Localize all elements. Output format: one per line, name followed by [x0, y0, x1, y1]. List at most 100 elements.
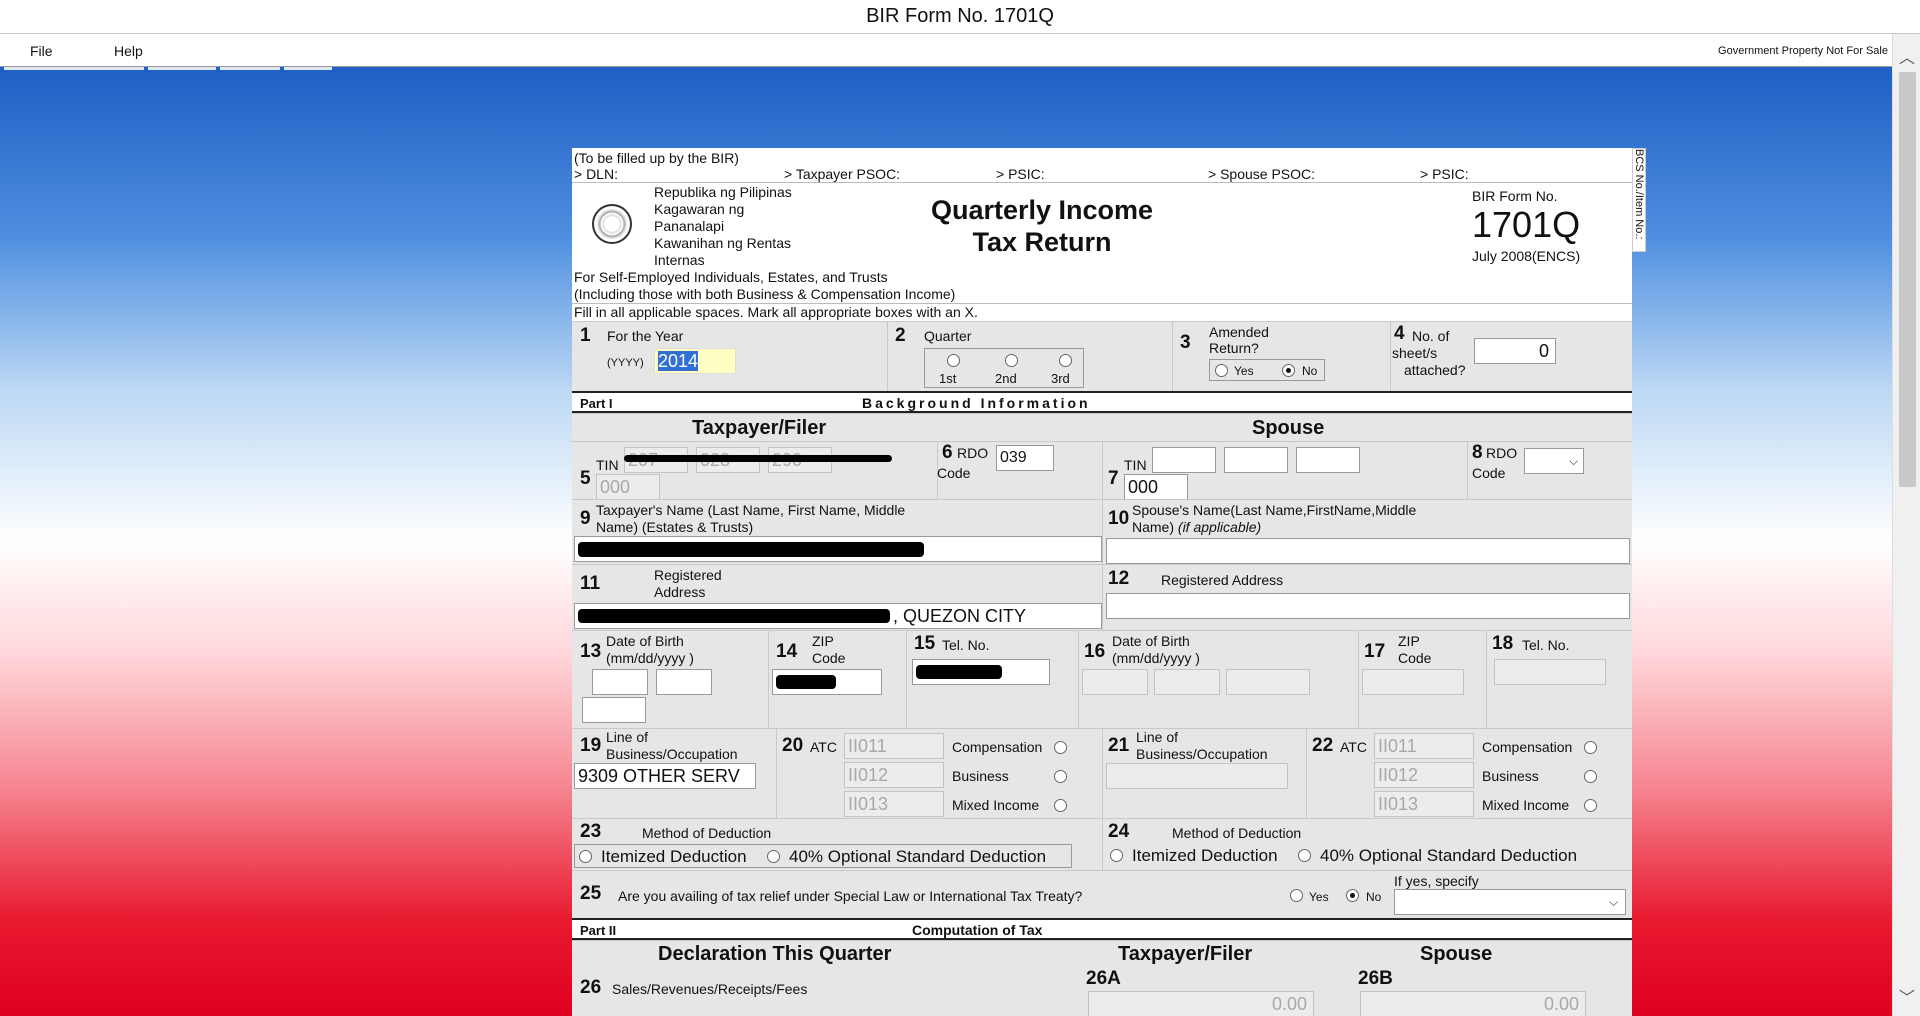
redaction-mark	[916, 665, 1002, 679]
item-number: 10	[1108, 508, 1130, 529]
row-names: 9 Taxpayer's Name (Last Name, First Name…	[572, 499, 1632, 565]
spouse-dob-day-input[interactable]	[1154, 669, 1220, 695]
spouse-atc-input[interactable]: II013	[1374, 791, 1474, 817]
itemized-label: Itemized Deduction	[601, 847, 747, 866]
item-number: 2	[895, 325, 906, 346]
spouse-name-input[interactable]	[1106, 538, 1630, 564]
lob-input[interactable]: 9309 OTHER SERV	[574, 763, 756, 789]
spouse-rdo-select[interactable]: ⌵	[1524, 448, 1584, 474]
business-label: Business	[952, 768, 1009, 784]
spouse-dob-month-input[interactable]	[1082, 669, 1148, 695]
tin-label: TIN	[596, 457, 619, 473]
part1-title: Background Information	[862, 395, 1091, 411]
spouse-dob-year-input[interactable]	[1226, 669, 1310, 695]
tab-strip-2	[148, 67, 216, 70]
spouse-lob-input[interactable]	[1106, 763, 1288, 789]
yyyy-label: (YYYY)	[607, 357, 644, 369]
spouse-business-radio[interactable]	[1584, 770, 1597, 783]
spouse-name-label: Spouse's Name(Last Name,FirstName,Middle	[1132, 502, 1417, 518]
relief-yes-radio[interactable]	[1290, 889, 1303, 902]
amended-no-radio[interactable]	[1282, 364, 1295, 377]
spouse-mixed-income-label: Mixed Income	[1482, 797, 1570, 813]
row-tax-relief: 25 Are you availing of tax relief under …	[572, 870, 1632, 918]
compensation-radio[interactable]	[1054, 741, 1067, 754]
divider	[1306, 729, 1307, 819]
spouse-address-input[interactable]	[1106, 593, 1630, 619]
tel-label: Tel. No.	[942, 637, 990, 653]
rdo-select[interactable]: 039	[996, 445, 1054, 471]
redaction-mark	[578, 542, 924, 557]
spouse-mixed-income-radio[interactable]	[1584, 799, 1597, 812]
relief-no-radio[interactable]	[1346, 889, 1359, 902]
divider	[1358, 631, 1359, 729]
window-title: BIR Form No. 1701Q	[0, 0, 1920, 34]
spouse-atc-label: ATC	[1340, 739, 1367, 755]
scroll-down-icon[interactable]: ﹀	[1899, 984, 1915, 1008]
spouse-tin-part-2[interactable]	[1224, 447, 1288, 473]
spouse-business-label: Business	[1482, 768, 1539, 784]
sales-taxpayer-input[interactable]: 0.00	[1088, 991, 1314, 1016]
item-number: 17	[1364, 641, 1386, 662]
method-group: Itemized Deduction 40% Optional Standard…	[574, 844, 1072, 868]
osd-label: 40% Optional Standard Deduction	[789, 847, 1047, 866]
spouse-atc-input[interactable]: II012	[1374, 762, 1474, 788]
part1-header: Part I Background Information	[572, 391, 1632, 413]
mixed-income-radio[interactable]	[1054, 799, 1067, 812]
spouse-tel-input[interactable]	[1494, 659, 1606, 685]
spouse-tin-part-3[interactable]	[1296, 447, 1360, 473]
sales-label: Sales/Revenues/Receipts/Fees	[612, 981, 808, 997]
item-26b-label: 26B	[1358, 968, 1393, 989]
scroll-thumb[interactable]	[1899, 72, 1916, 487]
quarter-3rd-radio[interactable]	[1059, 354, 1072, 367]
item-number: 1	[580, 325, 591, 346]
agency-line: Pananalapi	[654, 218, 725, 234]
taxpayer-psoc-label: > Taxpayer PSOC:	[784, 166, 901, 182]
quarter-2nd-radio[interactable]	[1005, 354, 1018, 367]
tax-relief-question: Are you availing of tax relief under Spe…	[618, 888, 1083, 904]
part2-header: Part II Computation of Tax	[572, 918, 1632, 940]
form-no: 1701Q	[1472, 204, 1581, 245]
atc-input[interactable]: II013	[844, 791, 944, 817]
chevron-down-icon: ⌵	[1609, 895, 1619, 909]
spouse-zip-input[interactable]	[1362, 669, 1464, 695]
business-radio[interactable]	[1054, 770, 1067, 783]
row-dob: 13 Date of Birth (mm/dd/yyyy ) 14 ZIP Co…	[572, 630, 1632, 729]
osd-radio[interactable]	[767, 850, 780, 863]
specify-select[interactable]: ⌵	[1394, 889, 1626, 915]
year-input[interactable]: 2014	[654, 348, 736, 374]
menu-file[interactable]: File	[30, 43, 53, 59]
dob-month-input[interactable]	[592, 669, 648, 695]
quarter-1st-radio[interactable]	[947, 354, 960, 367]
spouse-compensation-radio[interactable]	[1584, 741, 1597, 754]
spouse-rdo-label: RDO	[1486, 445, 1518, 461]
instructions: Fill in all applicable spaces. Mark all …	[574, 304, 978, 320]
tin-part-4[interactable]: 000	[596, 474, 660, 500]
spouse-itemized-radio[interactable]	[1110, 849, 1123, 862]
spouse-tin-part-4[interactable]: 000	[1124, 474, 1188, 500]
scroll-up-icon[interactable]: ︿	[1899, 44, 1915, 68]
divider	[1390, 322, 1391, 392]
rdo-label: RDO	[957, 445, 989, 461]
spouse-tin-part-1[interactable]	[1152, 447, 1216, 473]
amended-yes-radio[interactable]	[1215, 364, 1228, 377]
sales-spouse-input[interactable]: 0.00	[1360, 991, 1586, 1016]
dob-day-input[interactable]	[656, 669, 712, 695]
atc-input[interactable]: II011	[844, 733, 944, 759]
bir-form-1701q: (To be filled up by the BIR) > DLN: > Ta…	[572, 148, 1646, 1016]
header-divider	[572, 182, 1632, 183]
itemized-radio[interactable]	[579, 850, 592, 863]
tab-strip-1	[4, 67, 144, 70]
fill-note: (To be filled up by the BIR)	[574, 150, 739, 166]
spouse-osd-radio[interactable]	[1298, 849, 1311, 862]
item-number: 11	[580, 573, 601, 594]
amended-group: Yes No	[1209, 359, 1325, 381]
sheets-input[interactable]: 0	[1474, 338, 1556, 364]
spouse-address-label: Registered Address	[1161, 572, 1284, 588]
spouse-atc-input[interactable]: II011	[1374, 733, 1474, 759]
form-title: Quarterly Income Tax Return	[902, 194, 1182, 258]
atc-input[interactable]: II012	[844, 762, 944, 788]
dob-year-input[interactable]	[582, 697, 646, 723]
menu-help[interactable]: Help	[114, 43, 143, 59]
gov-notice: Government Property Not For Sale	[1718, 45, 1888, 57]
vertical-scrollbar[interactable]: ︿ ﹀	[1892, 34, 1920, 1016]
